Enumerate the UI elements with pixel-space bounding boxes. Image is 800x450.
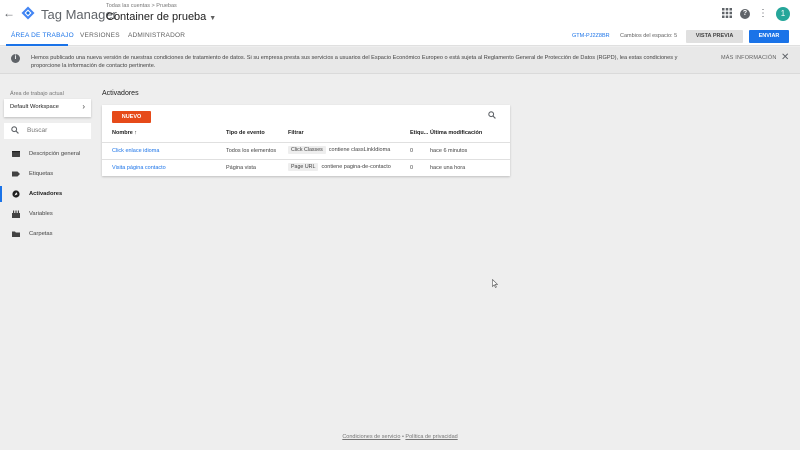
sidebar-item-label: Variables [29, 211, 53, 217]
event-type: Página vista [226, 165, 256, 171]
tag-count: 0 [410, 165, 414, 171]
workspace-label: Área de trabajo actual [10, 91, 64, 97]
avatar[interactable]: 1 [776, 7, 790, 21]
trigger-name-link[interactable]: Click enlace idioma [112, 148, 159, 154]
filter: Page URL contiene pagina-de-contacto [288, 163, 391, 171]
new-trigger-button[interactable]: NUEVO [112, 111, 151, 123]
tag-count: 0 [410, 148, 414, 154]
submit-button[interactable]: ENVIAR [749, 30, 789, 43]
trigger-name-link[interactable]: Visita página contacto [112, 165, 166, 171]
triggers-card: NUEVO Nombre ↑ Tipo de evento Filtrar Et… [102, 105, 510, 176]
container-selector[interactable]: Container de prueba ▼ [106, 11, 216, 23]
page-title: Activadores [102, 90, 139, 97]
overview-icon [12, 150, 20, 158]
workspace-selector[interactable]: Default Workspace › [4, 99, 91, 117]
search-icon[interactable] [488, 111, 496, 121]
container-name: Container de prueba [106, 11, 207, 23]
tag-manager-logo-icon [21, 6, 35, 20]
notification-banner: i Hemos publicado una nueva versión de n… [0, 47, 800, 74]
filter-chip: Click Classes [288, 146, 326, 154]
privacy-link[interactable]: Política de privacidad [405, 434, 457, 440]
variables-icon [12, 210, 20, 218]
search-icon [11, 126, 19, 136]
caret-down-icon: ▼ [209, 15, 217, 22]
filter-chip: Page URL [288, 163, 319, 171]
back-arrow-icon[interactable]: ← [3, 6, 15, 20]
mouse-cursor-icon [492, 279, 498, 288]
filter-text: contiene pagina-de-contacto [321, 164, 391, 170]
sidebar-item-label: Carpetas [29, 231, 53, 237]
column-header-name[interactable]: Nombre ↑ [112, 130, 137, 136]
sidebar-item-tags[interactable]: Etiquetas [0, 166, 92, 182]
column-header-filter[interactable]: Filtrar [288, 130, 304, 136]
column-header-tags[interactable]: Etiqu... [410, 130, 428, 136]
sidebar-item-label: Descripción general [29, 151, 81, 157]
tabs-bar: ÁREA DE TRABAJO VERSIONES ADMINISTRADOR … [0, 28, 800, 46]
footer-separator: • [401, 434, 404, 440]
more-info-button[interactable]: MÁS INFORMACIÓN [721, 55, 777, 61]
footer: Condiciones de servicio • Política de pr… [0, 434, 800, 440]
filter-text: contiene classLinkIdioma [328, 147, 391, 153]
container-id-link[interactable]: GTM-PJ2Z8BR [572, 33, 610, 39]
banner-text: Hemos publicado una nueva versión de nue… [31, 55, 678, 69]
top-app-bar: ← Tag Manager Todas las cuentas > Prueba… [0, 0, 800, 28]
tab-versions[interactable]: VERSIONES [80, 32, 120, 39]
apps-grid-icon[interactable] [721, 8, 733, 20]
trigger-icon [12, 190, 20, 198]
workspace-changes: Cambios del espacio: 5 [620, 33, 678, 39]
column-header-event-type[interactable]: Tipo de evento [226, 130, 265, 136]
sidebar-item-label: Etiquetas [29, 171, 54, 177]
column-header-last-modified[interactable]: Última modificación [430, 130, 482, 136]
help-icon[interactable]: ? [740, 9, 750, 19]
chevron-right-icon: › [82, 102, 85, 111]
info-icon: i [11, 54, 20, 63]
terms-link[interactable]: Condiciones de servicio [342, 434, 400, 440]
sidebar-item-overview[interactable]: Descripción general [0, 146, 92, 162]
workspace-name: Default Workspace [10, 104, 59, 110]
close-icon[interactable]: ✕ [781, 52, 789, 63]
tag-icon [12, 170, 20, 178]
breadcrumb[interactable]: Todas las cuentas > Pruebas [106, 3, 177, 9]
sidebar-item-folders[interactable]: Carpetas [0, 226, 92, 242]
last-modified: hace una hora [430, 165, 466, 171]
folder-icon [12, 230, 20, 238]
search-placeholder: Buscar [27, 127, 48, 134]
filter: Click Classes contiene classLinkIdioma [288, 146, 390, 154]
preview-button[interactable]: VISTA PREVIA [686, 30, 743, 43]
table-row: Click enlace idioma Todos los elementos … [102, 142, 510, 159]
more-vert-icon[interactable]: ⋮ [757, 8, 769, 20]
top-icons: ? ⋮ 1 [721, 7, 790, 21]
last-modified: hace 6 minutos [430, 148, 468, 154]
tab-admin[interactable]: ADMINISTRADOR [128, 32, 185, 39]
sidebar-item-triggers[interactable]: Activadores [0, 186, 92, 202]
event-type: Todos los elementos [226, 148, 277, 154]
sidebar-item-variables[interactable]: Variables [0, 206, 92, 222]
active-tab-indicator [6, 44, 68, 46]
sidebar-search-input[interactable]: Buscar [4, 123, 91, 139]
sidebar-item-label: Activadores [29, 191, 63, 197]
table-row: Visita página contacto Página vista Page… [102, 159, 510, 176]
tab-workspace[interactable]: ÁREA DE TRABAJO [11, 32, 74, 39]
